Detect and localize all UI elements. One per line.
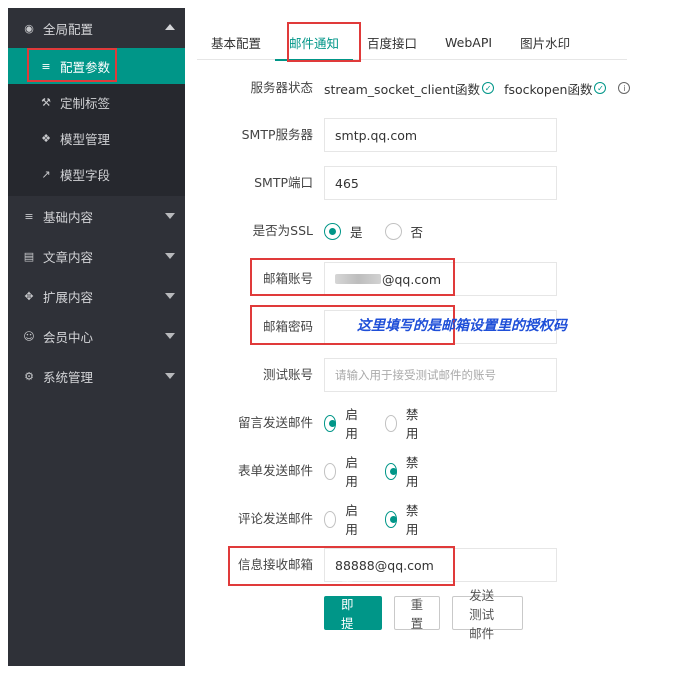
tab-email-notify[interactable]: 邮件通知 bbox=[275, 24, 354, 61]
smtp-port-label: SMTP端口 bbox=[254, 175, 313, 190]
message-email-label: 留言发送邮件 bbox=[237, 415, 313, 430]
tab-image-watermark[interactable]: 图片水印 bbox=[506, 24, 584, 60]
comment-email-label: 评论发送邮件 bbox=[237, 511, 313, 526]
status-stream-socket: stream_socket_client函数 bbox=[324, 81, 481, 97]
form-email-radio-disable[interactable]: 禁用 bbox=[384, 452, 424, 490]
form-email-label: 表单发送邮件 bbox=[237, 463, 313, 478]
tab-basic-config[interactable]: 基本配置 bbox=[197, 24, 275, 60]
radio-circle bbox=[384, 222, 402, 240]
sliders-icon: ≡ bbox=[24, 209, 34, 223]
message-email-radio-enable[interactable]: 启用 bbox=[324, 404, 363, 442]
tab-bar: 基本配置 邮件通知 百度接口 WebAPI 图片水印 bbox=[197, 24, 627, 61]
nav-group-system-manage[interactable]: ⚙ 系统管理 bbox=[8, 356, 185, 396]
nav-group-extended-content[interactable]: ✥ 扩展内容 bbox=[8, 276, 185, 316]
nav-group-label: 基础内容 bbox=[43, 209, 94, 225]
form-email-radio-enable[interactable]: 启用 bbox=[324, 452, 363, 490]
submenu-global-config: ≡ 配置参数 ⚒ 定制标签 ❖ 模型管理 ↗ 模型字段 bbox=[8, 48, 185, 196]
sidebar-item-model-fields[interactable]: ↗ 模型字段 bbox=[8, 156, 185, 192]
submit-button[interactable]: 立即提交 bbox=[324, 578, 382, 650]
sidebar: ◉ 全局配置 ≡ 配置参数 ⚒ 定制标签 ❖ 模型管理 ↗ 模型字段 ≡ 基础内… bbox=[8, 8, 185, 666]
radio-circle bbox=[384, 414, 397, 432]
nav-group-basic-content[interactable]: ≡ 基础内容 bbox=[8, 196, 185, 236]
document-icon: ▤ bbox=[23, 249, 35, 263]
sidebar-item-label: 模型管理 bbox=[60, 131, 111, 147]
radio-circle-checked bbox=[384, 510, 397, 528]
nav-group-label: 文章内容 bbox=[43, 249, 94, 265]
smtp-server-input[interactable]: smtp.qq.com bbox=[324, 118, 557, 152]
radio-label: 启用 bbox=[345, 455, 358, 489]
circle-settings-icon: ◉ bbox=[24, 21, 34, 35]
cube-icon: ❖ bbox=[41, 131, 51, 145]
email-account-label: 邮箱账号 bbox=[262, 271, 313, 286]
radio-circle-checked bbox=[324, 222, 341, 240]
user-icon: ☺ bbox=[23, 329, 35, 343]
chevron-up-icon bbox=[165, 24, 175, 30]
radio-circle-checked bbox=[384, 462, 397, 480]
ssl-radio-yes[interactable]: 是 bbox=[324, 222, 363, 241]
chevron-down-icon bbox=[165, 293, 175, 299]
sidebar-item-label: 定制标签 bbox=[60, 95, 111, 111]
email-password-label: 邮箱密码 bbox=[262, 319, 313, 334]
nav-group-label: 会员中心 bbox=[43, 329, 94, 345]
comment-email-radio-enable[interactable]: 启用 bbox=[324, 500, 363, 538]
nav-group-label: 全局配置 bbox=[43, 21, 94, 37]
redacted-text bbox=[335, 274, 381, 284]
ssl-radio-no[interactable]: 否 bbox=[384, 222, 424, 241]
chevron-down-icon bbox=[165, 213, 175, 219]
test-account-label: 测试账号 bbox=[262, 367, 313, 382]
radio-label: 禁用 bbox=[405, 455, 419, 489]
ssl-label: 是否为SSL bbox=[252, 223, 313, 238]
radio-circle-checked bbox=[324, 414, 337, 432]
radio-label: 禁用 bbox=[405, 407, 419, 441]
radio-label: 启用 bbox=[345, 503, 358, 537]
sidebar-item-config-params[interactable]: ≡ 配置参数 bbox=[8, 48, 185, 84]
sidebar-item-label: 模型字段 bbox=[60, 167, 111, 183]
chevron-down-icon bbox=[165, 253, 175, 259]
gear-icon: ⚙ bbox=[24, 369, 34, 383]
radio-label: 否 bbox=[410, 224, 424, 240]
tab-webapi[interactable]: WebAPI bbox=[431, 24, 506, 60]
chevron-down-icon bbox=[165, 333, 175, 339]
radio-label: 启用 bbox=[345, 407, 358, 441]
nav-group-article-content[interactable]: ▤ 文章内容 bbox=[8, 236, 185, 276]
receive-email-label: 信息接收邮箱 bbox=[237, 557, 313, 572]
tab-baidu-api[interactable]: 百度接口 bbox=[353, 24, 431, 60]
nav-group-global-config[interactable]: ◉ 全局配置 bbox=[8, 8, 185, 48]
smtp-port-input[interactable]: 465 bbox=[324, 166, 557, 200]
expand-icon: ✥ bbox=[24, 289, 34, 303]
nav-group-member-center[interactable]: ☺ 会员中心 bbox=[8, 316, 185, 356]
wrench-icon: ⚒ bbox=[41, 95, 51, 109]
external-link-icon: ↗ bbox=[41, 167, 51, 181]
message-email-radio-disable[interactable]: 禁用 bbox=[384, 404, 424, 442]
radio-circle bbox=[324, 510, 337, 528]
sidebar-item-custom-tags[interactable]: ⚒ 定制标签 bbox=[8, 84, 185, 120]
nav-group-label: 系统管理 bbox=[43, 369, 94, 385]
comment-email-radio-disable[interactable]: 禁用 bbox=[384, 500, 424, 538]
send-test-email-button[interactable]: 发送测试邮件 bbox=[452, 588, 524, 641]
test-account-input[interactable]: 请输入用于接受测试邮件的账号 bbox=[324, 358, 557, 392]
reset-button[interactable]: 重置 bbox=[393, 596, 441, 631]
email-account-input[interactable]: @qq.com bbox=[324, 262, 557, 296]
radio-label: 是 bbox=[350, 224, 363, 240]
info-icon[interactable]: i bbox=[618, 82, 631, 94]
check-circle-icon: ✓ bbox=[594, 82, 607, 94]
sidebar-item-model-manage[interactable]: ❖ 模型管理 bbox=[8, 120, 185, 156]
annotation-note: 这里填写的是邮箱设置里的授权码 bbox=[357, 318, 567, 334]
radio-label: 禁用 bbox=[405, 503, 419, 537]
email-account-suffix: @qq.com bbox=[382, 271, 442, 287]
sliders-icon: ≡ bbox=[41, 59, 51, 73]
sidebar-item-label: 配置参数 bbox=[60, 59, 111, 75]
nav-group-label: 扩展内容 bbox=[43, 289, 94, 305]
smtp-server-label: SMTP服务器 bbox=[241, 127, 313, 142]
status-fsockopen: fsockopen函数 bbox=[504, 81, 593, 97]
server-status-label: 服务器状态 bbox=[250, 80, 313, 95]
check-circle-icon: ✓ bbox=[482, 82, 495, 94]
radio-circle bbox=[324, 462, 337, 480]
chevron-down-icon bbox=[165, 373, 175, 379]
